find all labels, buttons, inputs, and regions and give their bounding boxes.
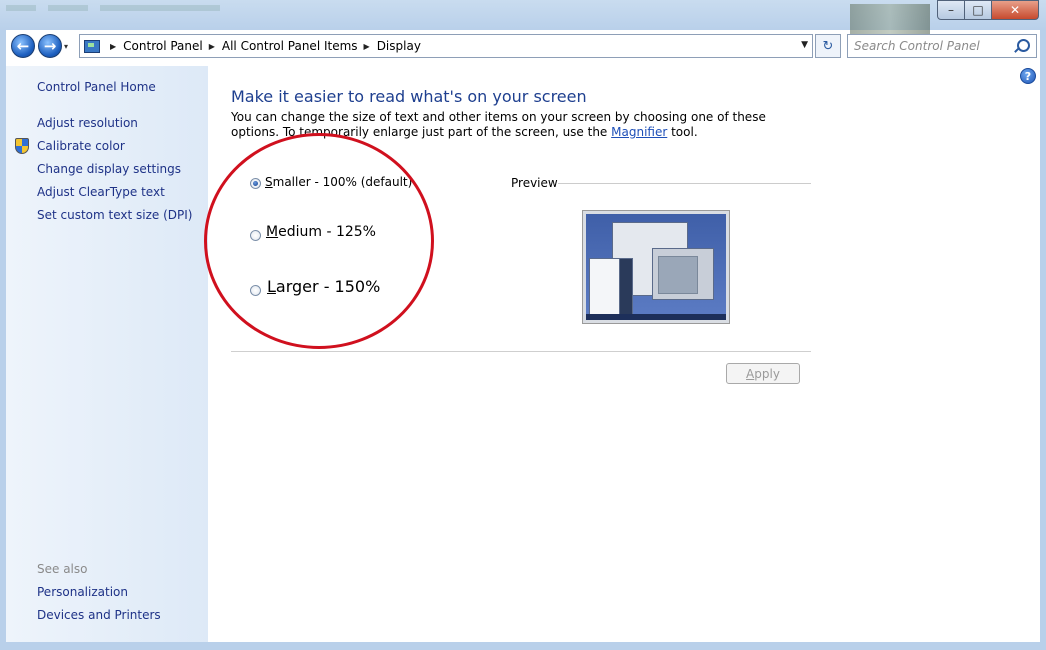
preview-window-strip: [619, 258, 633, 316]
recent-pages-dropdown[interactable]: ▾: [64, 42, 68, 51]
maximize-button[interactable]: □: [964, 0, 992, 20]
back-button[interactable]: ←: [11, 34, 35, 58]
breadcrumb-separator-icon[interactable]: ▶: [364, 42, 370, 51]
preview-window-front-inner: [658, 256, 698, 294]
breadcrumb-separator-icon[interactable]: ▶: [110, 42, 116, 51]
apply-text: pply: [754, 366, 780, 381]
page-title: Make it easier to read what's on your sc…: [231, 87, 587, 106]
breadcrumb-display[interactable]: Display: [377, 39, 421, 53]
breadcrumb-control-panel[interactable]: Control Panel: [123, 39, 203, 53]
window-border-bottom: [0, 642, 1046, 650]
control-panel-icon: [84, 39, 100, 53]
sidebar-link-adjust-resolution[interactable]: Adjust resolution: [37, 116, 138, 130]
apply-button[interactable]: Apply: [726, 363, 800, 384]
annotation-ellipse: [204, 133, 434, 349]
sidebar-link-calibrate-color[interactable]: Calibrate color: [37, 139, 125, 153]
task-pane: Control Panel Home Adjust resolution Cal…: [6, 66, 208, 642]
breadcrumb-separator-icon[interactable]: ▶: [209, 42, 215, 51]
magnifier-link[interactable]: Magnifier: [611, 125, 667, 139]
preview-window-list: [589, 258, 621, 316]
window-border-right: [1040, 30, 1046, 650]
description-text-end: tool.: [667, 125, 698, 139]
search-icon[interactable]: [1017, 39, 1030, 52]
refresh-button[interactable]: ↻: [815, 34, 841, 58]
minimize-icon: –: [948, 3, 954, 17]
forward-arrow-icon: →: [43, 37, 57, 55]
search-box[interactable]: [847, 34, 1037, 58]
shield-icon: [15, 138, 29, 154]
maximize-icon: □: [972, 3, 984, 17]
refresh-icon: ↻: [822, 38, 834, 54]
address-bar[interactable]: ▶ Control Panel ▶ All Control Panel Item…: [79, 34, 813, 58]
preview-desktop: [586, 214, 726, 320]
back-arrow-icon: ←: [16, 37, 30, 55]
close-icon: ✕: [1009, 3, 1021, 17]
help-icon[interactable]: ?: [1020, 68, 1036, 84]
sidebar-link-personalization[interactable]: Personalization: [37, 585, 128, 599]
sidebar-link-change-display-settings[interactable]: Change display settings: [37, 162, 181, 176]
background-window-strip: [0, 0, 940, 14]
sidebar-link-devices-printers[interactable]: Devices and Printers: [37, 608, 161, 622]
sidebar-link-adjust-cleartype[interactable]: Adjust ClearType text: [37, 185, 165, 199]
breadcrumb-all-items[interactable]: All Control Panel Items: [222, 39, 358, 53]
forward-button[interactable]: →: [38, 34, 62, 58]
sidebar-link-control-panel-home[interactable]: Control Panel Home: [37, 80, 156, 94]
hotkey-a: A: [746, 366, 755, 381]
preview-divider: [558, 183, 811, 184]
preview-label: Preview: [511, 176, 558, 190]
preview-image: [582, 210, 730, 324]
address-dropdown-icon[interactable]: ▼: [801, 40, 808, 50]
search-input[interactable]: [854, 36, 1014, 56]
minimize-button[interactable]: –: [937, 0, 965, 20]
preview-taskbar: [586, 314, 726, 320]
section-divider: [231, 351, 811, 352]
sidebar-link-custom-text-size[interactable]: Set custom text size (DPI): [37, 208, 192, 222]
close-button[interactable]: ✕: [991, 0, 1039, 20]
see-also-heading: See also: [37, 562, 88, 576]
